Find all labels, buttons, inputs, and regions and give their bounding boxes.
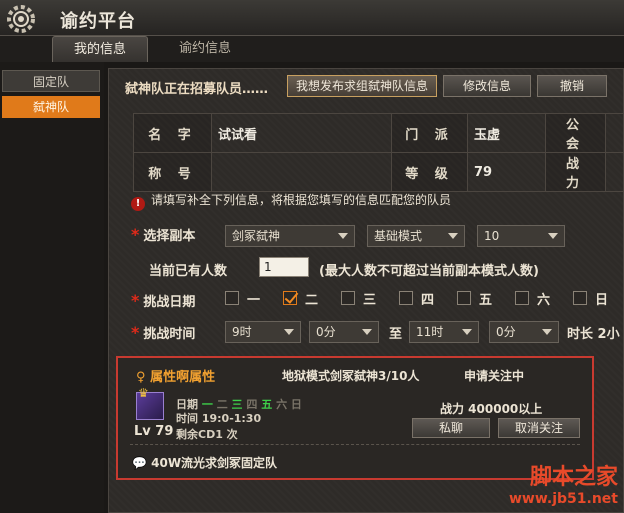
follow-status: 申请关注中 bbox=[464, 369, 525, 383]
team-mode: 地狱模式剑冢弑神3/10人 bbox=[282, 369, 420, 383]
chevron-down-icon bbox=[338, 233, 348, 239]
date-row: * 挑战日期 bbox=[131, 291, 195, 310]
player-info-table: 名 字 试试看 门 派 玉虚 公 会 称 号 等 级 79 战 力 bbox=[133, 113, 624, 192]
day-checkbox[interactable] bbox=[515, 291, 529, 305]
count-select[interactable]: 10 bbox=[477, 225, 565, 247]
power-label: 战 力 bbox=[545, 152, 606, 192]
name-label: 名 字 bbox=[133, 113, 212, 153]
name-value: 试试看 bbox=[211, 113, 392, 153]
current-members-input[interactable]: 1 bbox=[259, 257, 309, 277]
level-value: 79 bbox=[467, 152, 546, 192]
title-label: 称 号 bbox=[133, 152, 212, 192]
title-value bbox=[211, 152, 392, 192]
guild-value bbox=[605, 113, 624, 153]
watermark-title: 脚本之家 bbox=[529, 464, 618, 490]
power-requirement: 战力 400000以上 bbox=[440, 402, 543, 416]
notice-text: ! 请填写补全下列信息，将根据您填写的信息匹配您的队员 bbox=[131, 191, 451, 211]
header-row: 弑神队正在招募队员…… 我想发布求组弑神队信息 修改信息 撤销 bbox=[117, 75, 617, 99]
day-checkbox[interactable] bbox=[399, 291, 413, 305]
day-checkbox-label: 二 bbox=[305, 293, 319, 308]
required-star-icon: * bbox=[131, 323, 140, 342]
sidebar-item-fixed-team[interactable]: 固定队 bbox=[2, 70, 100, 92]
team-name: ♀ 属性啊属性 bbox=[136, 370, 216, 385]
watermark: 脚本之家 www.jb51.net bbox=[509, 459, 618, 507]
required-star-icon: * bbox=[131, 291, 140, 310]
tab-bar: 我的信息 谕约信息 bbox=[0, 36, 624, 62]
recruit-text: 弑神队正在招募队员…… bbox=[125, 82, 269, 97]
day-checkbox-label: 五 bbox=[479, 293, 493, 308]
sect-value: 玉虚 bbox=[467, 113, 546, 153]
to-label: 至 bbox=[389, 327, 403, 342]
dungeon-label: 选择副本 bbox=[143, 229, 196, 244]
team-time: 时间 19:0-1:30 bbox=[176, 412, 262, 425]
team-level: Lv 79 bbox=[134, 424, 174, 439]
time-label: 挑战时间 bbox=[143, 327, 196, 342]
chevron-down-icon bbox=[548, 233, 558, 239]
chevron-down-icon bbox=[542, 329, 552, 335]
user-icon: ♀ bbox=[136, 370, 151, 385]
day-checkbox-label: 日 bbox=[595, 293, 609, 308]
dungeon-row: * 选择副本 bbox=[131, 225, 195, 244]
dungeon-select[interactable]: 剑冢弑神 bbox=[225, 225, 355, 247]
current-members-hint: (最大人数不可超过当前副本模式人数) bbox=[319, 264, 539, 279]
duration-text: 时长 2小 bbox=[567, 327, 620, 342]
watermark-url: www.jb51.net bbox=[509, 491, 618, 507]
chat-bubble-icon: 💬 bbox=[132, 456, 152, 470]
current-members-row: 当前已有人数 bbox=[149, 260, 227, 279]
chevron-down-icon bbox=[362, 329, 372, 335]
team-message: 💬 40W流光求剑冢固定队 bbox=[132, 456, 278, 470]
day-checkbox[interactable] bbox=[225, 291, 239, 305]
crown-icon: ♛ bbox=[138, 386, 149, 400]
day-indicator: 日 bbox=[290, 398, 302, 411]
level-label: 等 级 bbox=[391, 152, 468, 192]
day-checkbox[interactable] bbox=[573, 291, 587, 305]
end-minute-select[interactable]: 0分 bbox=[489, 321, 559, 343]
unfollow-button[interactable]: 取消关注 bbox=[498, 418, 580, 438]
date-label: 挑战日期 bbox=[143, 295, 196, 310]
tab-appointment-info[interactable]: 谕约信息 bbox=[160, 36, 250, 62]
app-title: 谕约平台 bbox=[60, 11, 136, 32]
private-chat-button[interactable]: 私聊 bbox=[412, 418, 490, 438]
title-bar: 谕约平台 bbox=[0, 0, 624, 36]
day-checkbox-label: 六 bbox=[537, 293, 551, 308]
day-checkbox-label: 三 bbox=[363, 293, 377, 308]
table-row: 称 号 等 级 79 战 力 bbox=[133, 152, 624, 192]
team-cd: 剩余CD1 次 bbox=[176, 428, 238, 441]
day-indicator: 六 bbox=[276, 398, 288, 411]
warning-icon: ! bbox=[131, 197, 145, 211]
divider bbox=[130, 444, 580, 445]
day-checkbox[interactable] bbox=[457, 291, 471, 305]
revoke-button[interactable]: 撤销 bbox=[537, 75, 607, 97]
table-row: 名 字 试试看 门 派 玉虚 公 会 bbox=[133, 113, 624, 153]
chevron-down-icon bbox=[448, 233, 458, 239]
mode-select[interactable]: 基础模式 bbox=[367, 225, 465, 247]
sidebar: 固定队 弑神队 bbox=[0, 62, 104, 513]
current-members-label: 当前已有人数 bbox=[149, 264, 228, 279]
chevron-down-icon bbox=[284, 329, 294, 335]
day-checkbox-label: 四 bbox=[421, 293, 435, 308]
required-star-icon: * bbox=[131, 225, 140, 244]
sect-label: 门 派 bbox=[391, 113, 468, 153]
day-checkbox[interactable] bbox=[283, 291, 297, 305]
end-hour-select[interactable]: 11时 bbox=[409, 321, 479, 343]
gear-icon bbox=[7, 5, 35, 33]
guild-label: 公 会 bbox=[545, 113, 606, 153]
tab-my-info[interactable]: 我的信息 bbox=[52, 36, 148, 62]
day-checkbox[interactable] bbox=[341, 291, 355, 305]
start-minute-select[interactable]: 0分 bbox=[309, 321, 379, 343]
day-indicator: 五 bbox=[261, 398, 273, 411]
time-row: * 挑战时间 bbox=[131, 323, 195, 342]
day-checkbox-label: 一 bbox=[247, 293, 261, 308]
chevron-down-icon bbox=[462, 329, 472, 335]
publish-request-button[interactable]: 我想发布求组弑神队信息 bbox=[287, 75, 437, 97]
start-hour-select[interactable]: 9时 bbox=[225, 321, 301, 343]
power-value bbox=[605, 152, 624, 192]
edit-info-button[interactable]: 修改信息 bbox=[443, 75, 531, 97]
sidebar-item-godslayer-team[interactable]: 弑神队 bbox=[2, 96, 100, 118]
